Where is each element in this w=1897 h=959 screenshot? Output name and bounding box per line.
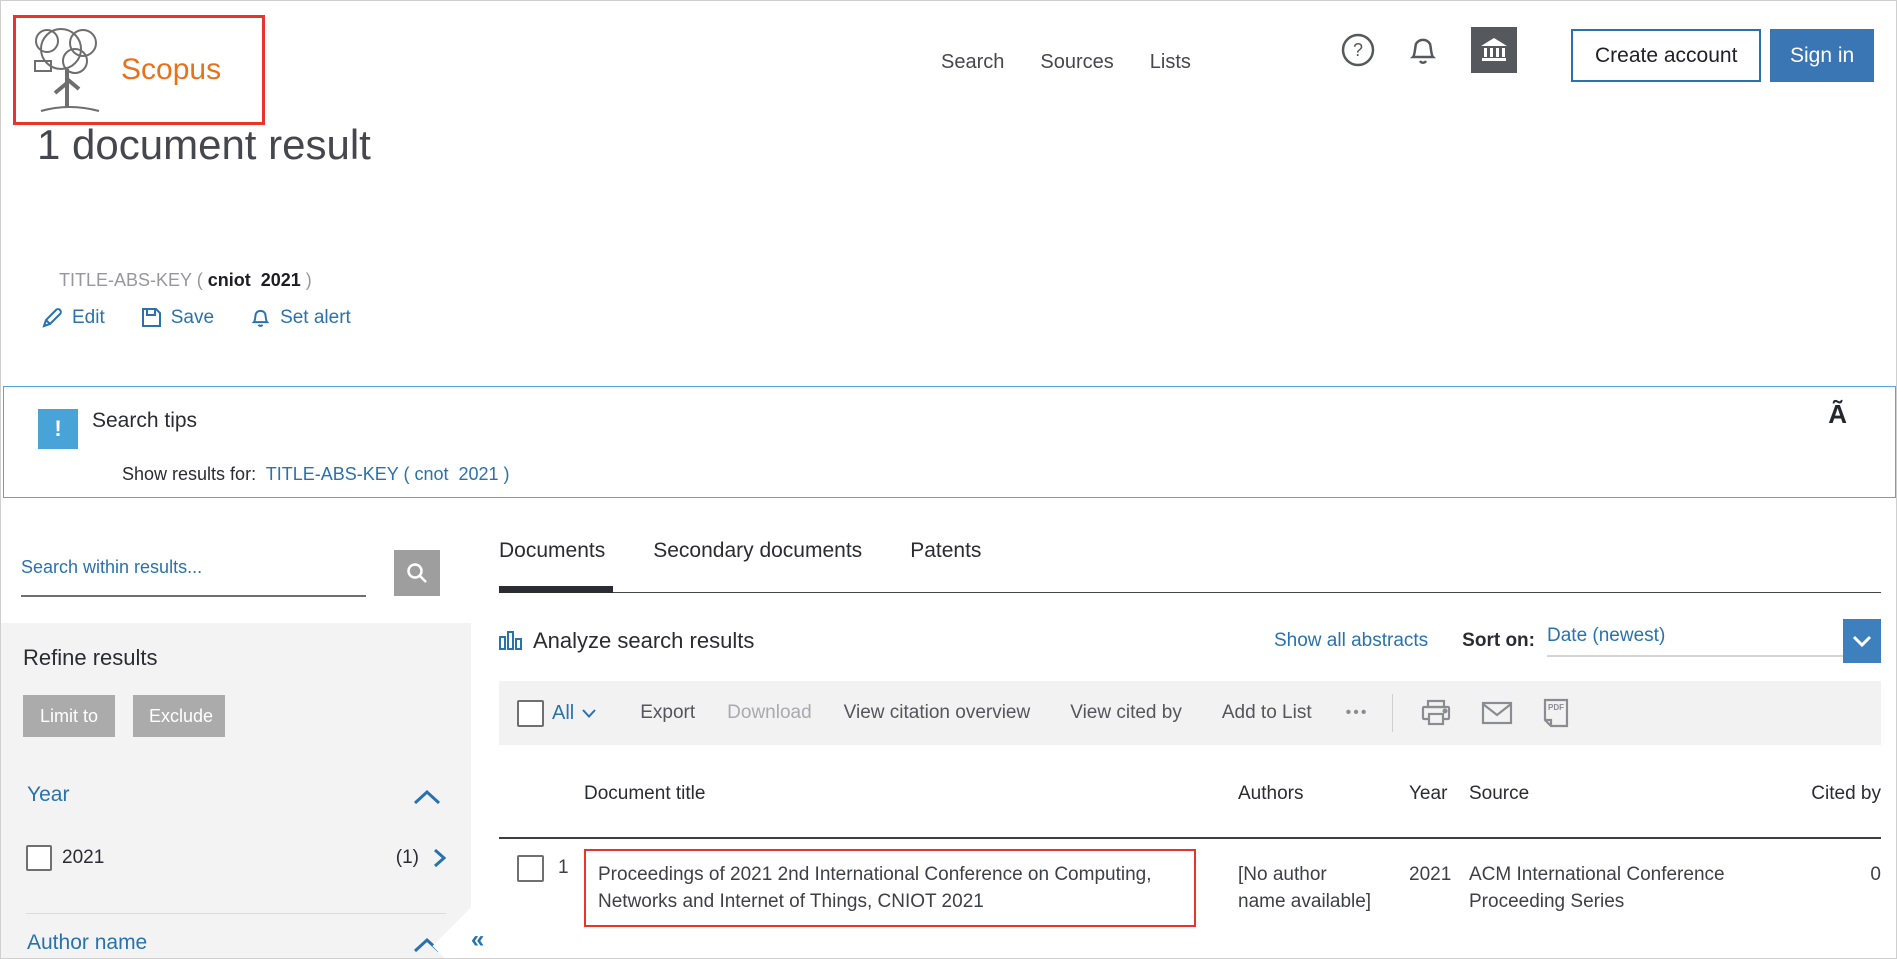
year-facet-label[interactable]: 2021 [62, 847, 104, 869]
bar-chart-icon [499, 629, 523, 653]
column-source: Source [1469, 783, 1799, 805]
view-citation-overview-button[interactable]: View citation overview [844, 702, 1031, 724]
results-toolbar: All Export Download View citation overvi… [499, 681, 1881, 745]
email-icon[interactable] [1481, 701, 1513, 725]
query-actions: Edit Save Set alert [41, 306, 351, 329]
year-facet-count: (1) [396, 847, 419, 869]
show-all-abstracts-link[interactable]: Show all abstracts [1274, 630, 1428, 652]
analyze-search-results-link[interactable]: Analyze search results [499, 628, 754, 654]
active-tab-indicator [499, 586, 613, 593]
alert-bell-icon [250, 306, 271, 329]
tab-secondary-documents[interactable]: Secondary documents [653, 531, 862, 581]
chevron-down-icon [1852, 635, 1872, 647]
scopus-tree-logo-icon[interactable] [31, 23, 109, 120]
sort-select-value[interactable]: Date (newest) [1547, 625, 1843, 657]
search-icon [405, 561, 429, 585]
year-collapse-chevron-up-icon[interactable] [413, 789, 441, 810]
institution-icon[interactable] [1471, 27, 1517, 73]
author-facet-header[interactable]: Author name [27, 931, 147, 955]
year-facet-header[interactable]: Year [27, 783, 69, 807]
header-icons: ? [1341, 27, 1517, 73]
year-2021-checkbox[interactable] [26, 845, 52, 871]
scopus-logo-text[interactable]: Scopus [121, 53, 221, 87]
sort-on-label: Sort on: [1462, 630, 1535, 652]
svg-text:PDF: PDF [1548, 703, 1564, 712]
nav-lists[interactable]: Lists [1150, 51, 1191, 74]
query-terms: cniot 2021 [208, 270, 301, 290]
more-options-icon[interactable]: ••• [1346, 704, 1369, 722]
table-header: Document title Authors Year Source Cited… [499, 783, 1881, 805]
close-banner-icon[interactable]: Ã [1828, 399, 1847, 430]
table-header-border [499, 837, 1881, 839]
top-navigation: Search Sources Lists [941, 51, 1191, 74]
search-tips-suggestion-line: Show results for: TITLE-ABS-KEY ( cnot 2… [92, 443, 510, 506]
search-within-button[interactable] [394, 550, 440, 596]
print-icon[interactable] [1421, 699, 1451, 727]
edit-query-link[interactable]: Edit [41, 306, 105, 329]
document-title-link[interactable]: Proceedings of 2021 2nd International Co… [598, 864, 1152, 912]
result-tabs: Documents Secondary documents Patents [499, 531, 1881, 581]
sort-dropdown-button[interactable] [1843, 619, 1881, 663]
pdf-icon[interactable]: PDF [1543, 698, 1569, 728]
create-account-button[interactable]: Create account [1571, 29, 1761, 82]
column-cited-by[interactable]: Cited by [1799, 783, 1881, 805]
select-all-checkbox[interactable] [517, 700, 544, 727]
show-results-label: Show results for: [122, 464, 266, 484]
exclude-button[interactable]: Exclude [133, 695, 225, 737]
select-all-control: All [517, 700, 596, 727]
table-row: 1 Proceedings of 2021 2nd International … [499, 849, 1881, 927]
collapse-sidebar-icon[interactable]: « [471, 928, 484, 952]
set-alert-link[interactable]: Set alert [250, 306, 351, 329]
column-document-title[interactable]: Document title [584, 783, 1224, 805]
search-input-underline [21, 595, 366, 597]
document-title-annotation-box: Proceedings of 2021 2nd International Co… [584, 849, 1196, 927]
nav-search[interactable]: Search [941, 51, 1004, 74]
facet-divider [26, 913, 446, 914]
query-prefix: TITLE-ABS-KEY ( [59, 270, 208, 290]
row-year: 2021 [1409, 849, 1469, 927]
select-all-label[interactable]: All [552, 702, 574, 725]
sort-zone: Show all abstracts Sort on: Date (newest… [1274, 619, 1881, 663]
row-source-link[interactable]: ACM International Conference Proceeding … [1469, 861, 1729, 915]
row-cited-by[interactable]: 0 [1799, 849, 1881, 927]
tabs-baseline [499, 592, 1881, 593]
nav-sources[interactable]: Sources [1040, 51, 1113, 74]
info-badge-icon: ! [38, 409, 78, 449]
tab-patents[interactable]: Patents [910, 531, 981, 581]
column-year: Year [1409, 783, 1469, 805]
search-tips-title: Search tips [92, 409, 197, 433]
save-icon [141, 307, 162, 328]
sign-in-button[interactable]: Sign in [1770, 29, 1874, 82]
query-suffix: ) [301, 270, 312, 290]
notifications-bell-icon[interactable] [1407, 33, 1439, 67]
suggested-query-link[interactable]: TITLE-ABS-KEY ( cnot 2021 ) [266, 464, 510, 484]
row-checkbox[interactable] [517, 855, 544, 882]
search-query: TITLE-ABS-KEY ( cniot 2021 ) [39, 249, 312, 312]
limit-to-button[interactable]: Limit to [23, 695, 115, 737]
refine-results-title: Refine results [23, 645, 158, 671]
column-authors: Authors [1224, 783, 1409, 805]
save-query-link[interactable]: Save [141, 306, 214, 329]
pencil-icon [41, 307, 63, 329]
search-tips-banner: ! Search tips Show results for: TITLE-AB… [3, 386, 1896, 498]
row-index: 1 [558, 857, 569, 879]
analyze-row: Analyze search results Show all abstract… [499, 619, 1881, 663]
svg-text:?: ? [1353, 40, 1363, 60]
help-icon[interactable]: ? [1341, 33, 1375, 67]
year-facet-chevron-right-icon[interactable] [433, 848, 446, 868]
page-title: 1 document result [37, 121, 371, 169]
add-to-list-button[interactable]: Add to List [1222, 702, 1312, 724]
all-chevron-down-icon [582, 709, 596, 718]
view-cited-by-button[interactable]: View cited by [1070, 702, 1182, 724]
row-authors: [No author name available] [1238, 861, 1378, 915]
refine-results-panel: Refine results Limit to Exclude Year 202… [1, 623, 471, 959]
tab-documents[interactable]: Documents [499, 531, 605, 581]
results-main: Documents Secondary documents Patents An… [499, 531, 1881, 581]
download-button: Download [727, 702, 812, 724]
export-button[interactable]: Export [640, 702, 695, 724]
year-facet-row: 2021 (1) [26, 845, 446, 871]
toolbar-divider [1392, 694, 1393, 732]
search-within-results-input[interactable] [21, 557, 361, 578]
scopus-results-page: Scopus Search Sources Lists ? Create acc… [0, 0, 1897, 959]
